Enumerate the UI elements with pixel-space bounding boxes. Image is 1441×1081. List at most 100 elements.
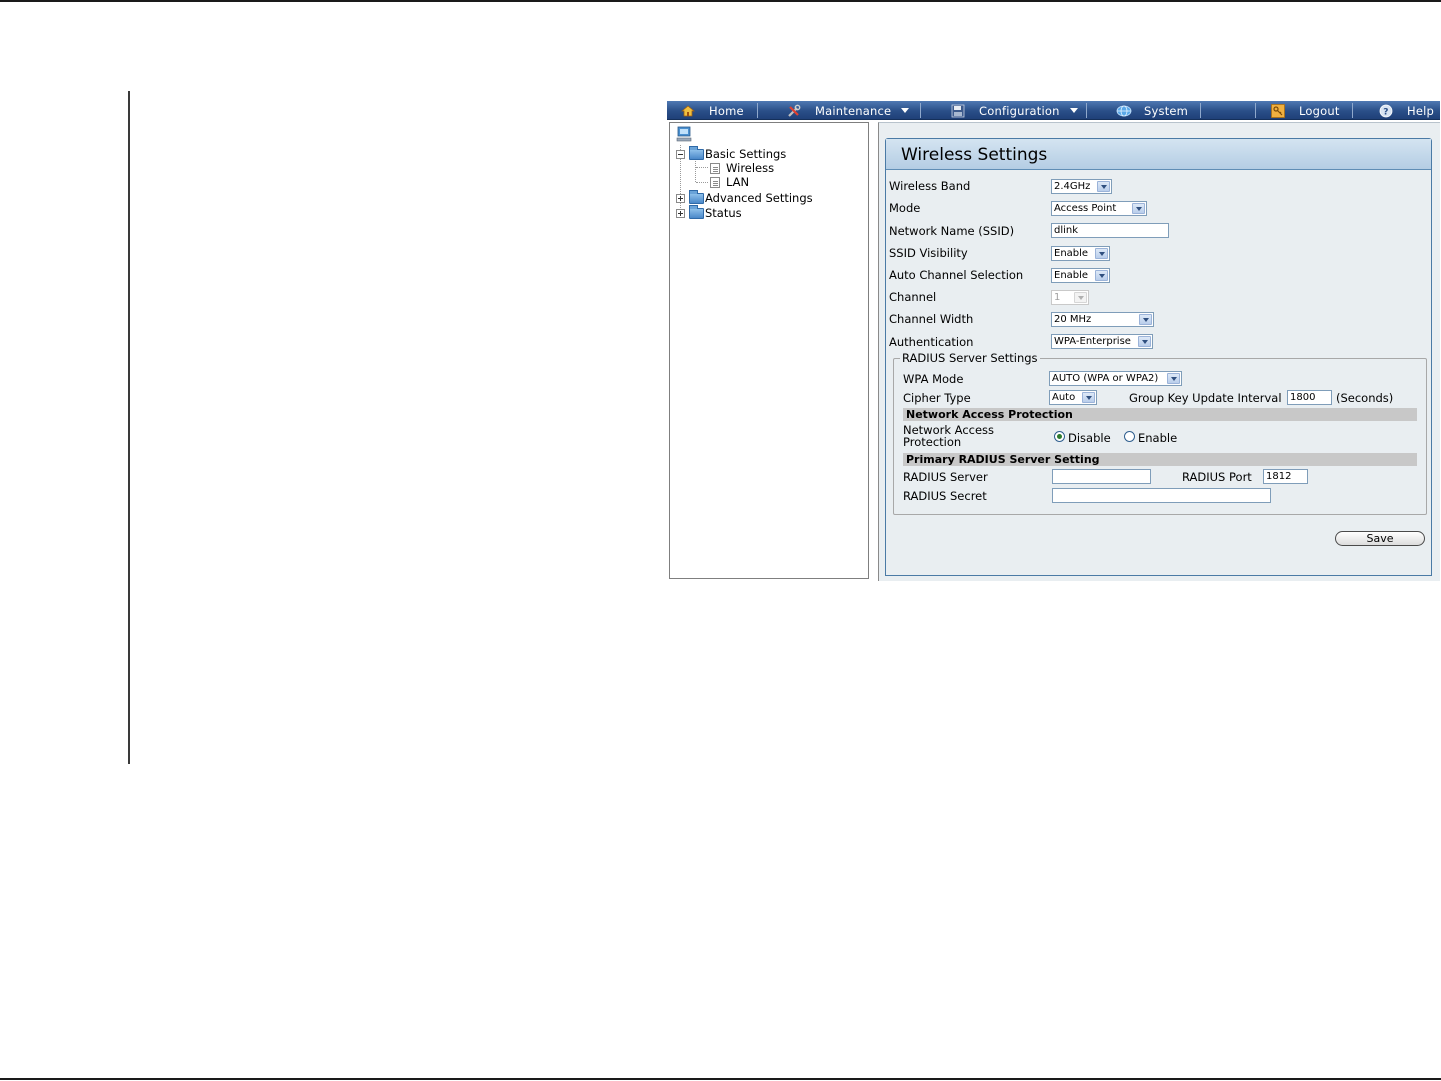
- nap-enable-radio[interactable]: [1124, 431, 1135, 442]
- wireless-band-value: 2.4GHz: [1054, 181, 1091, 192]
- nav-configuration[interactable]: Configuration: [951, 101, 1078, 120]
- folder-icon: [689, 204, 704, 219]
- wpa-mode-label: WPA Mode: [903, 372, 964, 386]
- primary-radius-section-header: Primary RADIUS Server Setting: [903, 453, 1417, 466]
- nap-label-line2: Protection: [903, 435, 962, 449]
- radius-fieldset-legend: RADIUS Server Settings: [900, 351, 1040, 365]
- nav-help[interactable]: ? Help: [1379, 101, 1434, 120]
- radius-port-input[interactable]: 1812: [1263, 469, 1308, 484]
- ssid-label: Network Name (SSID): [889, 224, 1015, 238]
- nav-help-label: Help: [1407, 103, 1435, 118]
- top-nav-bar: Home Maintenance Configuration System Lo…: [667, 101, 1440, 120]
- tree-item-status[interactable]: Status: [676, 204, 742, 220]
- cipher-type-label: Cipher Type: [903, 391, 971, 405]
- disk-icon: [951, 104, 965, 118]
- nav-system-label: System: [1144, 103, 1189, 118]
- auto-channel-value: Enable: [1054, 270, 1089, 281]
- page-icon: [710, 176, 720, 188]
- nav-separator: [1255, 103, 1256, 118]
- group-key-label: Group Key Update Interval: [1129, 391, 1282, 405]
- home-icon: [680, 104, 696, 118]
- nav-separator: [1200, 103, 1201, 118]
- nav-logout[interactable]: Logout: [1271, 101, 1340, 120]
- nav-maintenance-label: Maintenance: [815, 103, 892, 118]
- page-icon: [710, 162, 720, 174]
- wireless-settings-panel: Wireless Settings Wireless Band 2.4GHz M…: [885, 138, 1432, 576]
- chevron-down-icon: [1167, 373, 1180, 384]
- save-button[interactable]: Save: [1335, 531, 1425, 546]
- folder-open-icon: [689, 145, 704, 160]
- content-panel: Wireless Settings Wireless Band 2.4GHz M…: [878, 122, 1440, 581]
- group-key-unit: (Seconds): [1336, 391, 1394, 405]
- tree-item-wireless[interactable]: Wireless: [710, 161, 774, 175]
- page-title: Wireless Settings: [886, 139, 1431, 170]
- nav-maintenance[interactable]: Maintenance: [787, 101, 910, 120]
- nap-disable-radio[interactable]: [1054, 431, 1065, 442]
- help-icon: ?: [1379, 104, 1393, 118]
- nap-label: Network Access Protection: [903, 424, 994, 448]
- chevron-down-icon: [1069, 108, 1078, 113]
- nav-system[interactable]: System: [1116, 101, 1188, 120]
- wireless-band-select[interactable]: 2.4GHz: [1051, 179, 1112, 194]
- radius-server-label: RADIUS Server: [903, 470, 988, 484]
- radius-server-input[interactable]: [1052, 469, 1151, 484]
- nap-disable-label: Disable: [1068, 431, 1111, 445]
- channel-select: 1: [1051, 290, 1089, 305]
- nav-home[interactable]: Home: [680, 101, 744, 120]
- mode-select[interactable]: Access Point: [1051, 201, 1147, 216]
- mode-value: Access Point: [1054, 203, 1117, 214]
- nap-enable-label: Enable: [1138, 431, 1178, 445]
- tools-icon: [787, 104, 801, 118]
- auto-channel-select[interactable]: Enable: [1051, 268, 1110, 283]
- chevron-down-icon: [1095, 248, 1108, 259]
- tree-item-label: Basic Settings: [705, 147, 787, 161]
- collapse-icon[interactable]: [676, 149, 685, 159]
- chevron-down-icon: [1082, 392, 1095, 403]
- ssid-visibility-select[interactable]: Enable: [1051, 246, 1110, 261]
- chevron-down-icon: [1095, 270, 1108, 281]
- authentication-value: WPA-Enterprise: [1054, 336, 1131, 347]
- nav-separator: [1086, 103, 1087, 118]
- chevron-down-icon: [901, 108, 910, 113]
- ssid-visibility-value: Enable: [1054, 248, 1089, 259]
- radius-secret-input[interactable]: [1052, 488, 1271, 503]
- cipher-type-value: Auto: [1052, 392, 1076, 403]
- channel-width-value: 20 MHz: [1054, 314, 1092, 325]
- radius-secret-label: RADIUS Secret: [903, 489, 987, 503]
- channel-value: 1: [1054, 292, 1061, 303]
- router-web-ui: Home Maintenance Configuration System Lo…: [667, 101, 1440, 581]
- chevron-down-icon: [1138, 336, 1151, 347]
- group-key-input[interactable]: 1800: [1287, 390, 1332, 405]
- page-bottom-rule: [0, 1078, 1441, 1080]
- channel-label: Channel: [889, 290, 937, 304]
- chevron-down-icon: [1074, 292, 1087, 303]
- globe-icon: [1116, 104, 1132, 118]
- expand-icon[interactable]: [676, 208, 685, 218]
- key-icon: [1271, 103, 1285, 118]
- authentication-select[interactable]: WPA-Enterprise: [1051, 334, 1153, 349]
- tree-item-lan[interactable]: LAN: [710, 175, 749, 189]
- chevron-down-icon: [1097, 181, 1110, 192]
- mode-label: Mode: [889, 201, 921, 215]
- radius-port-label: RADIUS Port: [1182, 470, 1252, 484]
- navigation-tree: Basic Settings Wireless LAN Advanced Set…: [669, 122, 869, 579]
- authentication-label: Authentication: [889, 335, 974, 349]
- channel-width-select[interactable]: 20 MHz: [1051, 312, 1154, 327]
- tree-item-label: LAN: [726, 175, 750, 189]
- wireless-band-label: Wireless Band: [889, 179, 971, 193]
- margin-rule: [128, 91, 130, 764]
- page-top-rule: [0, 0, 1441, 2]
- svg-text:?: ?: [1383, 107, 1388, 117]
- expand-icon[interactable]: [676, 193, 685, 203]
- chevron-down-icon: [1132, 203, 1145, 214]
- tree-item-label: Advanced Settings: [705, 191, 813, 205]
- nav-separator: [920, 103, 921, 118]
- tree-item-basic-settings[interactable]: Basic Settings: [676, 145, 787, 161]
- channel-width-label: Channel Width: [889, 312, 974, 326]
- nav-configuration-label: Configuration: [979, 103, 1060, 118]
- auto-channel-label: Auto Channel Selection: [889, 268, 1024, 282]
- ssid-input[interactable]: dlink: [1051, 223, 1169, 238]
- wpa-mode-select[interactable]: AUTO (WPA or WPA2): [1049, 371, 1182, 386]
- tree-item-advanced-settings[interactable]: Advanced Settings: [676, 189, 813, 205]
- cipher-type-select[interactable]: Auto: [1049, 390, 1097, 405]
